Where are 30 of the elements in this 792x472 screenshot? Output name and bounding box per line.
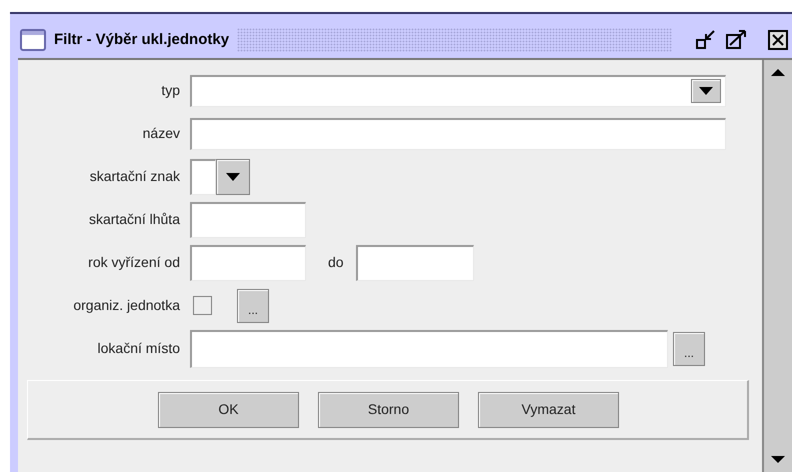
window-title: Filtr - Výběr ukl.jednotky	[54, 30, 230, 50]
scrollbar[interactable]	[762, 60, 792, 472]
dialog-button[interactable]: Vymazat	[478, 392, 619, 428]
field-label: název	[142, 124, 181, 143]
input-field[interactable]	[190, 202, 306, 238]
input-field[interactable]	[190, 158, 216, 194]
field-label: organiz. jednotka	[72, 296, 181, 315]
browse-button[interactable]: ...	[237, 288, 269, 322]
input-field[interactable]	[190, 330, 668, 368]
field-label: skartační lhůta	[88, 210, 181, 229]
input-field[interactable]	[356, 244, 474, 280]
window-icon	[20, 29, 46, 51]
dropdown-button[interactable]	[216, 158, 250, 194]
browse-button[interactable]: ...	[673, 332, 705, 366]
field-label: do	[328, 253, 344, 272]
input-field[interactable]	[190, 118, 726, 150]
field-label: lokační místo	[96, 339, 181, 358]
caret-down-icon	[226, 172, 240, 180]
dropdown-button[interactable]	[691, 79, 721, 103]
dialog-button[interactable]: Storno	[318, 392, 459, 428]
input-field[interactable]	[190, 244, 306, 280]
maximize-icon[interactable]	[726, 30, 748, 50]
dialog-button[interactable]: OK	[158, 392, 299, 428]
field-label: skartační znak	[88, 167, 181, 186]
close-icon[interactable]	[768, 30, 788, 50]
caret-down-icon	[699, 87, 713, 95]
checkbox[interactable]	[193, 296, 212, 315]
dropdown-field[interactable]	[190, 74, 726, 106]
field-label: rok vyřízení od	[87, 253, 181, 272]
field-label: typ	[160, 81, 181, 100]
